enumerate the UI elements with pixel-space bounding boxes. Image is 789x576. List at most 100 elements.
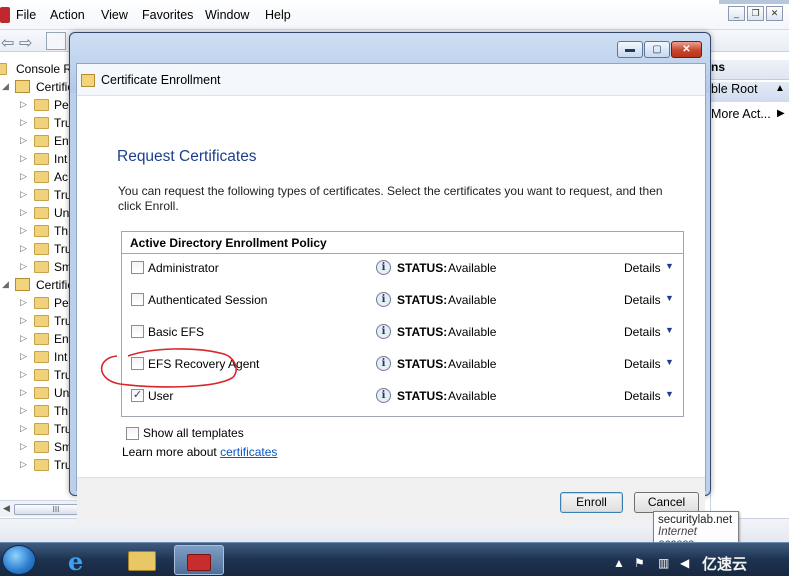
certificate-checkbox[interactable]: [131, 325, 144, 338]
certificate-row: Basic EFS i STATUS: Available Details ▼: [122, 322, 683, 354]
windows-explorer-icon[interactable]: [122, 545, 164, 575]
enroll-button[interactable]: Enroll: [560, 492, 623, 513]
tree-item-label: Ac: [54, 170, 69, 184]
info-icon: i: [376, 260, 391, 275]
certificate-icon: [81, 74, 95, 87]
folder-icon: [34, 189, 49, 201]
certificate-checkbox-checked[interactable]: ✓: [131, 389, 144, 402]
details-link[interactable]: Details: [624, 261, 661, 275]
status-label: STATUS:: [397, 325, 448, 339]
folder-icon: [34, 243, 49, 255]
dialog-title: Certificate Enrollment: [101, 73, 221, 87]
page-heading: Request Certificates: [117, 148, 257, 165]
certificate-name: Administrator: [148, 261, 219, 275]
expand-icon[interactable]: ▷: [20, 99, 27, 110]
dialog-close-button[interactable]: ✕: [671, 41, 702, 58]
menu-view[interactable]: View: [101, 8, 128, 22]
forward-arrow-icon[interactable]: ⇨: [19, 33, 32, 53]
expand-icon[interactable]: ▷: [20, 369, 27, 380]
learn-more-prefix: Learn more about: [122, 445, 221, 459]
certificates-icon: [15, 80, 30, 93]
minimize-button[interactable]: _: [728, 6, 745, 21]
certificates-link[interactable]: certificates: [220, 445, 277, 459]
expand-icon[interactable]: ▷: [20, 441, 27, 452]
info-icon: i: [376, 356, 391, 371]
expand-icon[interactable]: ▷: [20, 351, 27, 362]
learn-more-text: Learn more about certificates: [122, 445, 277, 459]
menu-file[interactable]: File: [16, 8, 36, 22]
expand-icon[interactable]: ▷: [20, 387, 27, 398]
certificate-checkbox[interactable]: [131, 293, 144, 306]
certificate-checkbox[interactable]: [131, 357, 144, 370]
expand-icon[interactable]: ▷: [20, 117, 27, 128]
status-label: STATUS:: [397, 261, 448, 275]
certificate-name: Authenticated Session: [148, 293, 268, 307]
collapse-icon[interactable]: ◢: [2, 81, 9, 92]
expand-icon[interactable]: ▷: [20, 261, 27, 272]
folder-icon: [34, 351, 49, 363]
status-label: STATUS:: [397, 293, 448, 307]
submenu-arrow-icon: ▶: [777, 108, 785, 119]
expand-icon[interactable]: ▷: [20, 243, 27, 254]
scroll-left-icon[interactable]: ◀: [3, 503, 10, 514]
tree-item-label: Un: [54, 206, 70, 220]
folder-icon: [34, 405, 49, 417]
expand-icon[interactable]: ▷: [20, 315, 27, 326]
expand-icon[interactable]: ▷: [20, 189, 27, 200]
expand-icon[interactable]: ▷: [20, 135, 27, 146]
show-all-checkbox[interactable]: [126, 427, 139, 440]
collapse-up-icon[interactable]: ▲: [775, 83, 785, 94]
chevron-down-icon[interactable]: ▼: [665, 389, 674, 399]
mmc-taskbar-button[interactable]: [174, 545, 224, 575]
actions-selected-item[interactable]: ble Root ▲: [711, 82, 789, 102]
policy-title: Active Directory Enrollment Policy: [130, 236, 327, 250]
details-link[interactable]: Details: [624, 293, 661, 307]
chevron-down-icon[interactable]: ▼: [665, 325, 674, 335]
info-icon: i: [376, 324, 391, 339]
details-link[interactable]: Details: [624, 389, 661, 403]
mmc-app-icon[interactable]: [0, 7, 10, 23]
expand-icon[interactable]: ▷: [20, 225, 27, 236]
restore-button[interactable]: ❐: [747, 6, 764, 21]
description-text: You can request the following types of c…: [118, 184, 663, 213]
certificate-checkbox[interactable]: [131, 261, 144, 274]
close-button[interactable]: ✕: [766, 6, 783, 21]
action-center-flag-icon[interactable]: ⚑: [634, 556, 645, 570]
tray-expand-icon[interactable]: ▲: [613, 556, 625, 570]
chevron-down-icon[interactable]: ▼: [665, 357, 674, 367]
expand-icon[interactable]: ▷: [20, 207, 27, 218]
dialog-maximize-button[interactable]: ▢: [644, 41, 670, 58]
internet-explorer-icon[interactable]: e: [60, 545, 102, 576]
expand-icon[interactable]: ▷: [20, 423, 27, 434]
details-link[interactable]: Details: [624, 325, 661, 339]
back-arrow-icon[interactable]: ⇦: [1, 33, 14, 53]
certificate-name: Basic EFS: [148, 325, 205, 339]
expand-icon[interactable]: ▷: [20, 171, 27, 182]
expand-icon[interactable]: ▷: [20, 405, 27, 416]
expand-icon[interactable]: ▷: [20, 459, 27, 470]
menu-action[interactable]: Action: [50, 8, 85, 22]
chevron-down-icon[interactable]: ▼: [665, 293, 674, 303]
network-icon[interactable]: ▥: [658, 556, 669, 570]
more-actions-item[interactable]: More Act... ▶: [711, 107, 789, 125]
start-button[interactable]: [2, 545, 36, 575]
more-actions-label: More Act...: [711, 107, 771, 121]
mmc-window-controls: _ ❐ ✕: [728, 6, 783, 21]
folder-icon: [34, 117, 49, 129]
menu-window[interactable]: Window: [205, 8, 249, 22]
volume-icon[interactable]: ◀: [680, 556, 689, 570]
expand-icon[interactable]: ▷: [20, 333, 27, 344]
expand-icon[interactable]: ▷: [20, 297, 27, 308]
folder-icon: [34, 315, 49, 327]
status-value: Available: [448, 357, 497, 371]
cancel-button[interactable]: Cancel: [634, 492, 699, 513]
menu-favorites[interactable]: Favorites: [142, 8, 193, 22]
certificates-icon: [15, 278, 30, 291]
menu-help[interactable]: Help: [265, 8, 291, 22]
details-link[interactable]: Details: [624, 357, 661, 371]
expand-icon[interactable]: ▷: [20, 153, 27, 164]
collapse-icon[interactable]: ◢: [2, 279, 9, 290]
chevron-down-icon[interactable]: ▼: [665, 261, 674, 271]
show-hide-console-tree-icon[interactable]: [46, 32, 66, 50]
dialog-minimize-button[interactable]: ▬: [617, 41, 643, 58]
